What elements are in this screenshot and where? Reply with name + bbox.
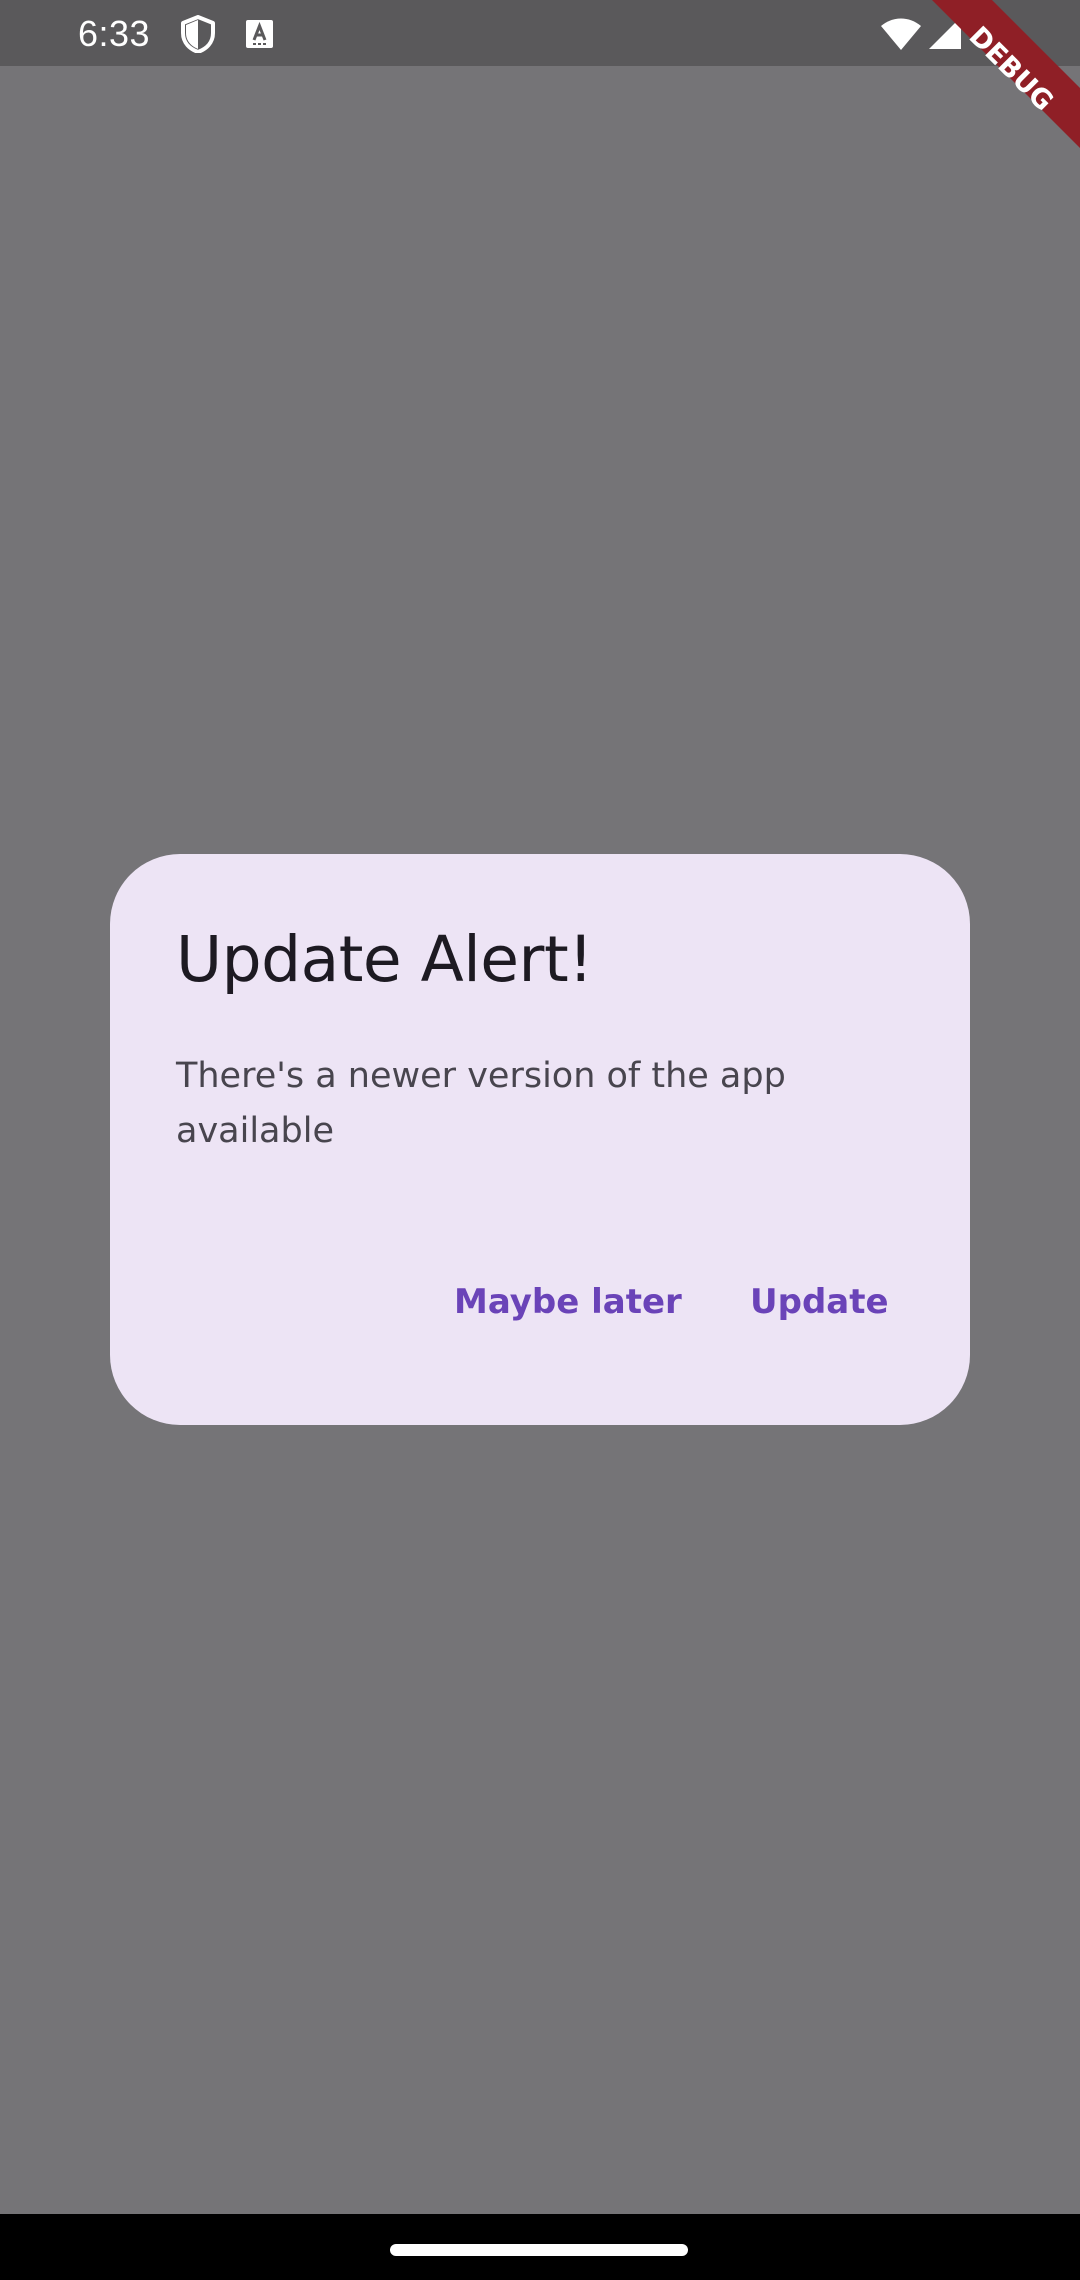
status-time: 6:33 xyxy=(78,13,151,54)
maybe-later-button[interactable]: Maybe later xyxy=(424,1244,712,1360)
text-a-icon xyxy=(246,20,273,48)
dialog-message: There's a newer version of the app avail… xyxy=(176,1056,786,1151)
dialog-title: Update Alert! xyxy=(176,923,593,996)
update-alert-dialog: Update Alert! There's a newer version of… xyxy=(110,854,970,1425)
update-button[interactable]: Update xyxy=(720,1244,919,1360)
navigation-bar xyxy=(0,2214,1080,2280)
dialog-actions: Maybe later Update xyxy=(110,1244,970,1360)
home-indicator[interactable] xyxy=(390,2244,688,2256)
shield-icon xyxy=(181,15,215,53)
debug-banner: DEBUG xyxy=(932,0,1080,148)
